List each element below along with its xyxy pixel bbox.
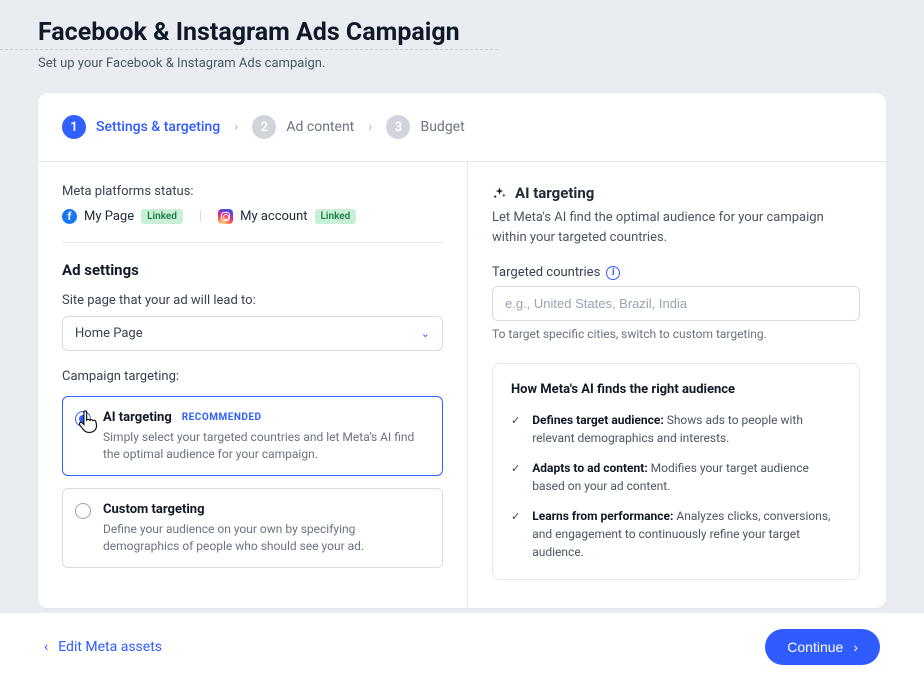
ai-targeting-heading: AI targeting — [492, 184, 860, 202]
info-bullet: ✓ Adapts to ad content: Modifies your ta… — [511, 459, 841, 495]
option-custom-targeting[interactable]: Custom targeting Define your audience on… — [62, 488, 443, 568]
step-ad-content[interactable]: 2 Ad content — [252, 115, 354, 139]
site-page-select[interactable]: Home Page ⌄ — [62, 316, 443, 351]
info-box-title: How Meta's AI finds the right audience — [511, 382, 841, 397]
ad-settings-heading: Ad settings — [62, 261, 443, 279]
instagram-icon — [218, 209, 233, 224]
targeted-countries-input[interactable] — [492, 286, 860, 321]
stepper: 1 Settings & targeting › 2 Ad content › … — [38, 93, 886, 162]
edit-meta-assets-link[interactable]: ‹ Edit Meta assets — [44, 639, 162, 655]
radio-selected-icon — [75, 411, 91, 427]
info-bullet: ✓ Learns from performance: Analyzes clic… — [511, 507, 841, 561]
targeted-countries-hint: To target specific cities, switch to cus… — [492, 327, 860, 341]
chevron-down-icon: ⌄ — [421, 327, 430, 340]
radio-unselected-icon — [75, 503, 91, 519]
instagram-account-name: My account — [240, 209, 307, 224]
step-label: Budget — [420, 119, 464, 135]
facebook-page-name: My Page — [84, 209, 134, 224]
step-settings-targeting[interactable]: 1 Settings & targeting — [62, 115, 220, 139]
linked-badge: Linked — [141, 209, 183, 224]
bottom-bar: ‹ Edit Meta assets Continue › — [0, 613, 924, 685]
site-page-label: Site page that your ad will lead to: — [62, 293, 443, 308]
step-label: Ad content — [286, 119, 354, 135]
campaign-targeting-label: Campaign targeting: — [62, 369, 443, 384]
check-icon: ✓ — [511, 509, 520, 561]
option-title: AI targeting — [103, 409, 172, 427]
option-description: Simply select your targeted countries an… — [103, 429, 428, 463]
platforms-status-label: Meta platforms status: — [62, 184, 443, 199]
ai-targeting-subtext: Let Meta's AI find the optimal audience … — [492, 208, 860, 247]
page-subtitle: Set up your Facebook & Instagram Ads cam… — [0, 50, 924, 71]
info-icon[interactable]: i — [606, 266, 620, 280]
page-title: Facebook & Instagram Ads Campaign — [0, 0, 498, 50]
chevron-right-icon: › — [368, 119, 372, 135]
facebook-platform[interactable]: f My Page Linked — [62, 209, 183, 224]
info-bullet: ✓ Defines target audience: Shows ads to … — [511, 411, 841, 447]
chevron-left-icon: ‹ — [44, 639, 48, 655]
step-label: Settings & targeting — [96, 119, 220, 135]
chevron-right-icon: › — [234, 119, 238, 135]
step-number: 1 — [62, 115, 86, 139]
chevron-right-icon: › — [853, 639, 858, 655]
check-icon: ✓ — [511, 413, 520, 447]
step-number: 2 — [252, 115, 276, 139]
step-budget[interactable]: 3 Budget — [386, 115, 464, 139]
step-number: 3 — [386, 115, 410, 139]
facebook-icon: f — [62, 209, 77, 224]
instagram-platform[interactable]: My account Linked — [218, 209, 356, 224]
option-description: Define your audience on your own by spec… — [103, 521, 428, 555]
main-card: 1 Settings & targeting › 2 Ad content › … — [38, 93, 886, 608]
ai-info-box: How Meta's AI finds the right audience ✓… — [492, 363, 860, 580]
check-icon: ✓ — [511, 461, 520, 495]
continue-button[interactable]: Continue › — [765, 629, 880, 665]
targeted-countries-label: Targeted countries — [492, 265, 600, 280]
separator: | — [199, 209, 202, 224]
linked-badge: Linked — [315, 209, 357, 224]
option-ai-targeting[interactable]: AI targeting RECOMMENDED Simply select y… — [62, 396, 443, 476]
site-page-value: Home Page — [75, 326, 143, 341]
recommended-tag: RECOMMENDED — [182, 411, 262, 425]
option-title: Custom targeting — [103, 501, 205, 519]
sparkle-icon — [492, 186, 507, 201]
